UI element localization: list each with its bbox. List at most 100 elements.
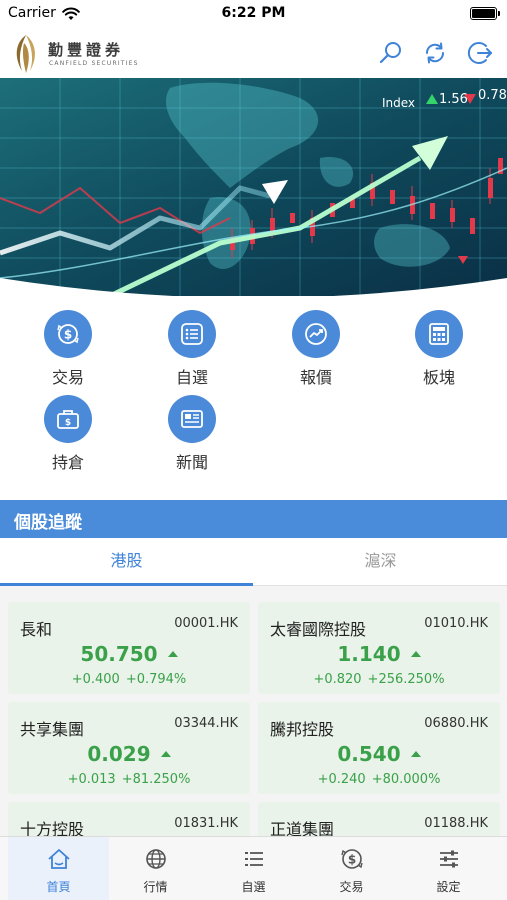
quick-item-positions[interactable]: $ 持倉 <box>23 395 113 473</box>
nav-settings[interactable]: 設定 <box>398 837 499 900</box>
stock-code: 01010.HK <box>424 616 488 631</box>
quick-label-watchlist: 自選 <box>175 368 208 387</box>
stock-card[interactable]: 太睿國際控股 01010.HK 1.140 +0.820 +256.250% <box>258 602 500 694</box>
svg-text:$: $ <box>65 418 71 428</box>
stock-change-pct: +0.794% <box>125 672 187 687</box>
grid-calculator-icon <box>415 310 463 358</box>
clock: 6:22 PM <box>221 5 286 21</box>
nav-label-settings: 設定 <box>436 880 461 894</box>
up-arrow-icon <box>167 650 178 657</box>
stock-name: 騰邦控股 <box>270 720 335 739</box>
market-banner-graphic <box>0 78 507 296</box>
banner-index-label: Index <box>382 96 416 110</box>
stock-price: 0.029 <box>8 742 250 766</box>
stock-change-pct: +80.000% <box>371 772 441 787</box>
trend-chart-icon <box>292 310 340 358</box>
stock-price: 1.140 <box>258 642 500 666</box>
app-header: 勤豐證券 CANFIELD SECURITIES <box>0 28 507 78</box>
stock-change: +0.820 +256.250% <box>258 672 500 687</box>
stock-name: 正道集團 <box>270 820 335 836</box>
refresh-icon[interactable] <box>422 40 448 66</box>
stock-name: 共享集團 <box>20 720 85 739</box>
briefcase-icon: $ <box>44 395 92 443</box>
stock-card[interactable]: 共享集團 03344.HK 0.029 +0.013 +81.250% <box>8 702 250 794</box>
stock-change: +0.400 +0.794% <box>8 672 250 687</box>
quick-label-positions: 持倉 <box>51 453 84 472</box>
sliders-icon <box>439 850 458 868</box>
section-title: 個股追蹤 <box>14 513 82 533</box>
quick-menu: $ 交易 自選 報價 板塊 $ 持倉 新聞 <box>0 300 507 490</box>
stock-card[interactable]: 長和 00001.HK 50.750 +0.400 +0.794% <box>8 602 250 694</box>
stock-tracking-header: 個股追蹤 <box>0 500 507 538</box>
stock-price: 50.750 <box>8 642 250 666</box>
globe-icon <box>145 849 166 869</box>
stock-code: 01188.HK <box>424 816 488 831</box>
stock-price-value: 0.029 <box>87 742 151 766</box>
up-arrow-icon <box>410 650 421 657</box>
hero-banner[interactable]: Index 1.56 0.78 <box>0 78 507 296</box>
stock-card[interactable]: 十方控股 01831.HK <box>8 802 250 836</box>
stock-price-value: 1.140 <box>337 642 401 666</box>
stock-change-value: +0.240 <box>317 772 366 787</box>
brand-name-cn: 勤豐證券 <box>48 41 125 59</box>
stock-code: 03344.HK <box>174 716 238 731</box>
nav-home[interactable]: 首頁 <box>8 837 109 900</box>
stock-change-value: +0.820 <box>313 672 362 687</box>
home-screen: Carrier 6:22 PM 勤豐證券 CANFIELD SECURITIES <box>0 0 507 900</box>
list-icon <box>168 310 216 358</box>
stock-name: 太睿國際控股 <box>270 620 367 639</box>
dollar-cycle-icon: $ <box>44 310 92 358</box>
stock-list: 長和 00001.HK 50.750 +0.400 +0.794% 太睿國際控股 … <box>0 586 507 836</box>
tab-hk-stocks[interactable]: 港股 <box>0 538 253 586</box>
newspaper-icon <box>168 395 216 443</box>
nav-label-market: 行情 <box>143 880 168 894</box>
svg-text:$: $ <box>347 853 355 867</box>
tab-sh-sz-stocks[interactable]: 滬深 <box>254 538 507 586</box>
logo-mark-icon <box>16 35 35 73</box>
nav-watchlist[interactable]: 自選 <box>203 837 304 900</box>
brand-name-en: CANFIELD SECURITIES <box>49 60 139 67</box>
quick-label-trade: 交易 <box>51 368 84 387</box>
brand-logo: 勤豐證券 CANFIELD SECURITIES <box>10 33 150 75</box>
logout-icon[interactable] <box>467 40 493 66</box>
stock-name: 長和 <box>20 620 53 639</box>
nav-label-trade: 交易 <box>339 880 364 894</box>
stock-card[interactable]: 正道集團 01188.HK <box>258 802 500 836</box>
stock-code: 00001.HK <box>174 616 238 631</box>
stock-change-value: +0.400 <box>71 672 120 687</box>
quick-item-watchlist[interactable]: 自選 <box>147 310 237 388</box>
svg-text:$: $ <box>64 328 72 342</box>
nav-label-home: 首頁 <box>46 880 71 894</box>
stock-name: 十方控股 <box>20 820 85 836</box>
stock-change-value: +0.013 <box>67 772 116 787</box>
stock-code: 06880.HK <box>424 716 488 731</box>
stock-price: 0.540 <box>258 742 500 766</box>
stock-change: +0.013 +81.250% <box>8 772 250 787</box>
quick-label-news: 新聞 <box>175 453 208 472</box>
quick-item-sectors[interactable]: 板塊 <box>394 310 484 388</box>
quick-label-sectors: 板塊 <box>422 368 455 387</box>
market-tabs: 港股 滬深 <box>0 538 507 586</box>
battery-icon <box>470 7 500 20</box>
quick-label-quotes: 報價 <box>299 368 332 387</box>
stock-change-pct: +81.250% <box>121 772 191 787</box>
quick-item-news[interactable]: 新聞 <box>147 395 237 473</box>
stock-code: 01831.HK <box>174 816 238 831</box>
stock-change: +0.240 +80.000% <box>258 772 500 787</box>
search-icon[interactable] <box>378 40 404 66</box>
quick-item-quotes[interactable]: 報價 <box>271 310 361 388</box>
stock-card[interactable]: 騰邦控股 06880.HK 0.540 +0.240 +80.000% <box>258 702 500 794</box>
up-arrow-icon <box>410 750 421 757</box>
list-icon <box>244 852 263 866</box>
quick-item-trade[interactable]: $ 交易 <box>23 310 113 388</box>
nav-market[interactable]: 行情 <box>105 837 206 900</box>
nav-label-watchlist: 自選 <box>241 880 266 894</box>
status-bar: Carrier 6:22 PM <box>0 0 507 28</box>
home-icon <box>47 849 70 869</box>
bottom-tab-bar: 首頁 行情 自選 $ 交易 設定 <box>0 836 507 900</box>
dollar-cycle-icon: $ <box>340 849 363 869</box>
stock-change-pct: +256.250% <box>367 672 445 687</box>
up-arrow-icon <box>160 750 171 757</box>
nav-trade[interactable]: $ 交易 <box>301 837 402 900</box>
banner-down-value: 0.78 <box>478 88 507 103</box>
